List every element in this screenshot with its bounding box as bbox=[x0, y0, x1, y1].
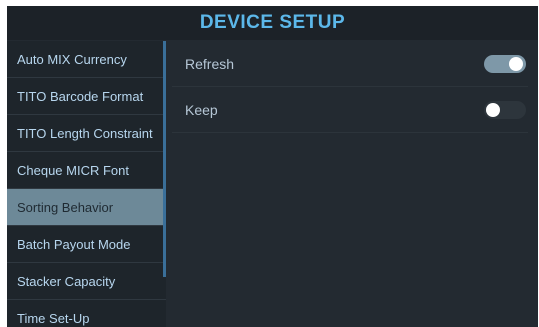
sidebar-item-tito-barcode-format[interactable]: TITO Barcode Format bbox=[7, 78, 166, 115]
settings-panel: Refresh Keep bbox=[172, 41, 528, 327]
refresh-toggle[interactable] bbox=[484, 54, 526, 73]
setting-label: Refresh bbox=[185, 55, 235, 72]
sidebar-item-cheque-micr-font[interactable]: Cheque MICR Font bbox=[7, 152, 166, 189]
toggle-knob bbox=[509, 56, 523, 71]
sidebar-item-label: TITO Barcode Format bbox=[17, 88, 144, 104]
sidebar: Auto MIX Currency TITO Barcode Format TI… bbox=[7, 41, 166, 327]
sidebar-item-label: Stacker Capacity bbox=[17, 273, 116, 289]
setting-label: Keep bbox=[185, 101, 218, 118]
sidebar-scrollbar[interactable] bbox=[163, 41, 166, 277]
sidebar-item-tito-length-constraint[interactable]: TITO Length Constraint bbox=[7, 115, 166, 152]
sidebar-item-sorting-behavior[interactable]: Sorting Behavior bbox=[7, 189, 166, 226]
sidebar-item-label: Batch Payout Mode bbox=[17, 236, 131, 252]
setting-row-refresh: Refresh bbox=[172, 41, 528, 87]
sidebar-item-stacker-capacity[interactable]: Stacker Capacity bbox=[7, 263, 166, 300]
setting-row-keep: Keep bbox=[172, 87, 528, 133]
sidebar-item-batch-payout-mode[interactable]: Batch Payout Mode bbox=[7, 226, 166, 263]
toggle-knob bbox=[486, 102, 500, 117]
sidebar-item-label: Time Set-Up bbox=[17, 310, 90, 326]
header-bar: DEVICE SETUP bbox=[7, 6, 538, 40]
sidebar-item-auto-mix-currency[interactable]: Auto MIX Currency bbox=[7, 41, 166, 78]
sidebar-item-label: Cheque MICR Font bbox=[17, 162, 129, 178]
sidebar-item-label: TITO Length Constraint bbox=[17, 125, 153, 141]
sidebar-item-label: Sorting Behavior bbox=[17, 199, 114, 215]
page-title: DEVICE SETUP bbox=[199, 12, 346, 33]
sidebar-item-time-set-up[interactable]: Time Set-Up bbox=[7, 300, 166, 327]
sidebar-item-label: Auto MIX Currency bbox=[17, 51, 127, 67]
device-setup-screen: DEVICE SETUP Auto MIX Currency TITO Barc… bbox=[7, 6, 538, 327]
keep-toggle[interactable] bbox=[484, 100, 526, 119]
